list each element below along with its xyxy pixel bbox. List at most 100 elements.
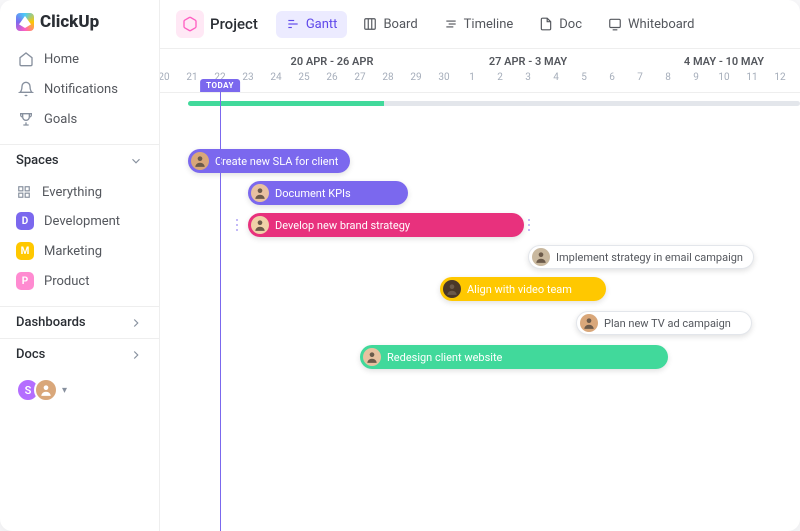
- gantt-icon: [286, 17, 300, 31]
- board-icon: [363, 17, 377, 31]
- chevron-right-icon: [129, 316, 143, 330]
- day-label: 7: [626, 72, 654, 83]
- nav-goals[interactable]: Goals: [8, 104, 151, 134]
- space-label: Everything: [42, 185, 102, 200]
- view-tab-timeline[interactable]: Timeline: [434, 11, 524, 38]
- day-label: 29: [402, 72, 430, 83]
- docs-header[interactable]: Docs: [0, 338, 159, 370]
- space-product[interactable]: P Product: [8, 266, 151, 296]
- topbar: Project Gantt Board Timeline Doc Whitebo…: [160, 0, 800, 49]
- gantt-body[interactable]: Create new SLA for client Document KPIs De…: [160, 93, 800, 531]
- section-title: Docs: [16, 347, 45, 362]
- today-line: TODAY: [220, 79, 221, 531]
- chevron-down-icon: ▾: [62, 385, 67, 396]
- nav-label: Goals: [44, 112, 77, 127]
- assignee-avatar: [191, 152, 209, 170]
- chevron-down-icon: [129, 154, 143, 168]
- space-badge: P: [16, 272, 34, 290]
- day-label: 11: [738, 72, 766, 83]
- space-badge: M: [16, 242, 34, 260]
- day-label: 20: [160, 72, 178, 83]
- view-label: Board: [383, 17, 417, 32]
- timeline-icon: [444, 17, 458, 31]
- day-label: 30: [430, 72, 458, 83]
- progress-track: [188, 101, 800, 106]
- assignee-avatar: [251, 184, 269, 202]
- bell-icon: [18, 81, 34, 97]
- doc-icon: [539, 17, 553, 31]
- task-label: Create new SLA for client: [215, 155, 338, 168]
- space-everything[interactable]: Everything: [8, 178, 151, 206]
- day-scale: 2021222324252627282930123456789101112: [160, 72, 800, 88]
- whiteboard-icon: [608, 17, 622, 31]
- workspace-switcher[interactable]: S ▾: [0, 370, 159, 410]
- day-label: 6: [598, 72, 626, 83]
- assignee-avatar: [251, 216, 269, 234]
- space-development[interactable]: D Development: [8, 206, 151, 236]
- nav-notifications[interactable]: Notifications: [8, 74, 151, 104]
- view-tab-doc[interactable]: Doc: [529, 11, 592, 38]
- day-label: 28: [374, 72, 402, 83]
- section-title: Dashboards: [16, 315, 86, 330]
- gantt-header: 20 APR - 26 APR27 APR - 3 MAY4 MAY - 10 …: [160, 49, 800, 93]
- day-label: 24: [262, 72, 290, 83]
- task-label: Implement strategy in email campaign: [556, 251, 743, 264]
- app-root: ClickUp Home Notifications Goals Spaces: [0, 0, 800, 531]
- chevron-right-icon: [129, 348, 143, 362]
- today-badge: TODAY: [200, 79, 240, 92]
- main: Project Gantt Board Timeline Doc Whitebo…: [160, 0, 800, 531]
- task-label: Develop new brand strategy: [275, 219, 410, 232]
- spaces-header[interactable]: Spaces: [0, 144, 159, 176]
- date-range: 20 APR - 26 APR: [242, 55, 422, 68]
- grid-icon: [16, 184, 32, 200]
- primary-nav: Home Notifications Goals: [0, 40, 159, 144]
- view-label: Doc: [559, 17, 582, 32]
- date-range: 27 APR - 3 MAY: [438, 55, 618, 68]
- drag-handle-icon[interactable]: [528, 219, 536, 231]
- project-title: Project: [210, 15, 258, 33]
- assignee-avatar: [580, 314, 598, 332]
- brand-logo[interactable]: ClickUp: [0, 0, 159, 40]
- view-tab-whiteboard[interactable]: Whiteboard: [598, 11, 704, 38]
- space-label: Development: [44, 214, 120, 229]
- gantt-task[interactable]: Create new SLA for client: [188, 149, 350, 173]
- drag-handle-icon[interactable]: [236, 219, 244, 231]
- day-label: 10: [710, 72, 738, 83]
- gantt-task[interactable]: Document KPIs: [248, 181, 408, 205]
- view-tab-board[interactable]: Board: [353, 11, 427, 38]
- task-label: Align with video team: [467, 283, 572, 296]
- nav-home[interactable]: Home: [8, 44, 151, 74]
- view-label: Timeline: [464, 17, 514, 32]
- gantt-task[interactable]: Align with video team: [440, 277, 606, 301]
- day-label: 1: [458, 72, 486, 83]
- spaces-list: Everything D Development M Marketing P P…: [0, 176, 159, 306]
- sidebar: ClickUp Home Notifications Goals Spaces: [0, 0, 160, 531]
- gantt-task[interactable]: Develop new brand strategy: [248, 213, 524, 237]
- day-label: 9: [682, 72, 710, 83]
- assignee-avatar: [532, 248, 550, 266]
- view-tab-gantt[interactable]: Gantt: [276, 11, 348, 38]
- brand-name: ClickUp: [40, 12, 99, 32]
- trophy-icon: [18, 111, 34, 127]
- assignee-avatar: [363, 348, 381, 366]
- day-label: 8: [654, 72, 682, 83]
- space-label: Product: [44, 274, 89, 289]
- assignee-avatar: [443, 280, 461, 298]
- home-icon: [18, 51, 34, 67]
- gantt-task[interactable]: Redesign client website: [360, 345, 668, 369]
- day-label: 2: [486, 72, 514, 83]
- day-label: 27: [346, 72, 374, 83]
- nav-label: Notifications: [44, 82, 118, 97]
- dashboards-header[interactable]: Dashboards: [0, 306, 159, 338]
- gantt-view: 20 APR - 26 APR27 APR - 3 MAY4 MAY - 10 …: [160, 49, 800, 531]
- view-label: Whiteboard: [628, 17, 694, 32]
- gantt-task[interactable]: Plan new TV ad campaign: [576, 311, 752, 335]
- task-label: Document KPIs: [275, 187, 351, 200]
- task-label: Redesign client website: [387, 351, 502, 364]
- space-marketing[interactable]: M Marketing: [8, 236, 151, 266]
- day-label: 26: [318, 72, 346, 83]
- day-label: 12: [766, 72, 794, 83]
- gantt-task[interactable]: Implement strategy in email campaign: [528, 245, 754, 269]
- space-badge: D: [16, 212, 34, 230]
- space-label: Marketing: [44, 244, 102, 259]
